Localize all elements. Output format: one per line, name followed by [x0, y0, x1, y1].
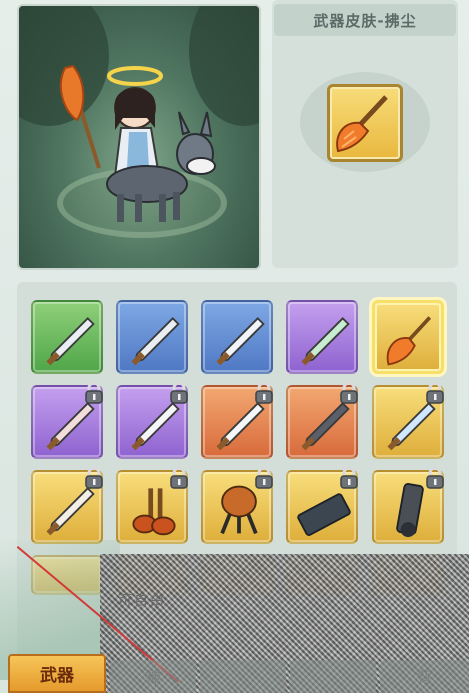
weapon-skin-tile[interactable] [31, 381, 103, 459]
weapon-skin-tile[interactable] [31, 300, 103, 374]
lock-icon [253, 466, 275, 490]
lock-icon [168, 466, 190, 490]
weapon-skin-tile[interactable] [201, 300, 273, 374]
weapon-skin-tile[interactable] [286, 466, 358, 544]
weapon-skin-tile[interactable] [372, 300, 444, 374]
weapon-skin-tile[interactable] [116, 466, 188, 544]
lock-icon [253, 381, 275, 405]
whisk-icon [336, 95, 388, 153]
tab-4[interactable] [290, 660, 376, 693]
weapon-skin-tile[interactable] [116, 300, 188, 374]
skin-title: 武器皮肤-拂尘 [274, 4, 456, 36]
lock-icon [338, 466, 360, 490]
bottom-tab-bar: 武器 神 背 [0, 652, 469, 693]
tab-weapon[interactable]: 武器 [8, 654, 106, 693]
jade-sword-icon [301, 317, 350, 366]
lock-icon [338, 381, 360, 405]
weapon-skin-tile[interactable] [201, 381, 273, 459]
overlay-text: 可自由 [118, 593, 166, 609]
weapon-skin-tile[interactable] [286, 300, 358, 374]
game-screen: 武器皮肤-拂尘 可自由 武器 神 背 [0, 0, 469, 693]
selected-skin-icon[interactable] [327, 84, 403, 162]
weapon-skin-tile[interactable] [201, 466, 273, 544]
whisk-icon [386, 316, 432, 366]
weapon-skin-tile[interactable] [372, 381, 444, 459]
lock-icon [424, 466, 446, 490]
dagger-icon [131, 317, 180, 366]
dagger-icon [46, 317, 95, 366]
lock-icon [168, 381, 190, 405]
short-sword-icon [216, 317, 265, 366]
weapon-skin-tile[interactable] [286, 381, 358, 459]
lock-icon [424, 381, 446, 405]
character-riding-donkey-icon [59, 64, 216, 222]
tab-2[interactable]: 神 [110, 660, 196, 693]
weapon-skin-tile[interactable] [31, 466, 103, 544]
weapon-skin-tile[interactable] [372, 466, 444, 544]
tab-5[interactable]: 背 [380, 660, 469, 693]
weapon-skin-tile[interactable] [116, 381, 188, 459]
character-preview [17, 4, 261, 270]
lock-icon [83, 466, 105, 490]
tab-3[interactable] [200, 660, 286, 693]
lock-icon [83, 381, 105, 405]
